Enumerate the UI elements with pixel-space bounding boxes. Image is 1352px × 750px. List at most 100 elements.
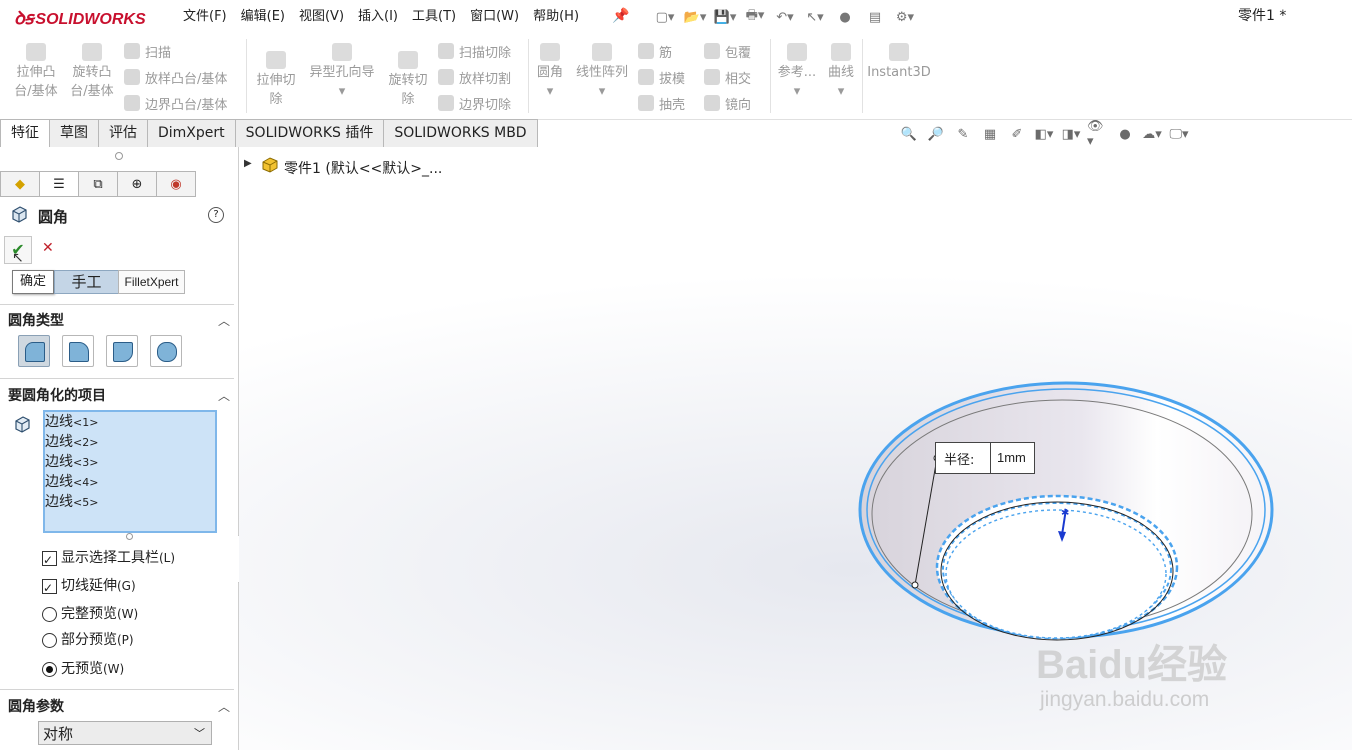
list-item[interactable]: 边线<4> xyxy=(45,472,215,492)
print-icon[interactable]: 🖶▾ xyxy=(742,6,768,28)
menu-tools[interactable]: 工具(T) xyxy=(405,0,463,33)
zoom-to-fit-icon[interactable]: 🔍 xyxy=(898,123,920,145)
menu-view[interactable]: 视图(V) xyxy=(292,0,351,33)
feature-manager-tab-icon[interactable]: ◆ xyxy=(0,171,40,197)
loft-cut-icon xyxy=(438,69,454,85)
draft-button[interactable]: 拔模 xyxy=(638,65,685,89)
rebuild-icon[interactable]: ● xyxy=(832,6,858,28)
full-round-fillet-button[interactable] xyxy=(150,335,182,367)
revolve-boss-button[interactable]: 旋转凸 台/基体 xyxy=(64,43,120,101)
tab-mbd[interactable]: SOLIDWORKS MBD xyxy=(384,119,538,148)
sweep-cut-button[interactable]: 扫描切除 xyxy=(438,39,511,63)
radius-value-input[interactable]: 1mm xyxy=(990,443,1034,473)
full-preview-radio[interactable]: 完整预览(W) xyxy=(42,603,138,625)
fillet-feature-icon xyxy=(10,205,28,223)
undo-icon[interactable]: ↶▾ xyxy=(772,6,798,28)
fillet-button[interactable]: 圆角 ▾ xyxy=(532,43,568,101)
list-item[interactable]: 边线<2> xyxy=(45,432,215,452)
sweep-button[interactable]: 扫描 xyxy=(124,39,171,63)
pin-icon[interactable]: 📌 xyxy=(612,8,630,26)
hole-wizard-button[interactable]: 异型孔向导 ▾ xyxy=(304,43,380,101)
collapse-chevron-icon[interactable]: ︿ xyxy=(218,312,230,329)
revolve-cut-button[interactable]: 旋转切除 xyxy=(382,51,434,109)
filletxpert-mode-tab[interactable]: FilletXpert xyxy=(118,270,185,294)
boundary-boss-button[interactable]: 边界凸台/基体 xyxy=(124,91,227,115)
cancel-x-button[interactable]: ✕ xyxy=(42,240,54,256)
hole-wizard-icon xyxy=(332,43,352,61)
ok-tooltip: 确定 xyxy=(12,270,54,294)
sweep-cut-icon xyxy=(438,43,454,59)
previous-view-icon[interactable]: ✎ xyxy=(952,123,974,145)
panel-grip-handle[interactable] xyxy=(115,152,123,160)
ribbon-separator xyxy=(246,39,247,113)
edges-selection-list[interactable]: 边线<1> 边线<2> 边线<3> 边线<4> 边线<5> xyxy=(43,410,217,533)
boundary-cut-button[interactable]: 边界切除 xyxy=(438,91,511,115)
configuration-manager-tab-icon[interactable]: ⧉ xyxy=(78,171,118,197)
no-preview-radio[interactable]: 无预览(W) xyxy=(42,658,124,680)
shell-button[interactable]: 抽壳 xyxy=(638,91,685,115)
tab-addins[interactable]: SOLIDWORKS 插件 xyxy=(235,119,385,148)
dimxpert-manager-tab-icon[interactable]: ⊕ xyxy=(117,171,157,197)
menu-file[interactable]: 文件(F) xyxy=(176,0,234,33)
tab-evaluate[interactable]: 评估 xyxy=(99,119,148,148)
solidworks-logo[interactable]: ꝺꞩ SOLIDWORKS xyxy=(14,6,154,28)
file-properties-icon[interactable]: ▤ xyxy=(862,6,888,28)
loft-boss-button[interactable]: 放样凸台/基体 xyxy=(124,65,227,89)
collapse-chevron-icon[interactable]: ︿ xyxy=(218,698,230,715)
help-icon[interactable]: ? xyxy=(208,207,224,223)
zoom-to-area-icon[interactable]: 🔎 xyxy=(925,123,947,145)
partial-preview-radio[interactable]: 部分预览(P) xyxy=(42,629,134,651)
view-settings-icon[interactable]: 🖵▾ xyxy=(1168,123,1190,145)
hide-show-icon[interactable]: 👁▾ xyxy=(1087,119,1109,149)
new-document-icon[interactable]: ▢▾ xyxy=(652,6,678,28)
dynamic-annotation-icon[interactable]: ✐ xyxy=(1006,123,1028,145)
list-resize-grip[interactable] xyxy=(126,533,133,540)
tangent-propagation-checkbox[interactable]: 切线延伸(G) xyxy=(42,575,136,599)
manual-mode-tab[interactable]: 手工 xyxy=(54,270,119,294)
list-item[interactable]: 边线<5> xyxy=(45,492,215,512)
variable-size-fillet-button[interactable] xyxy=(62,335,94,367)
save-icon[interactable]: 💾▾ xyxy=(712,6,738,28)
svg-text:✱: ✱ xyxy=(1061,508,1069,519)
display-style-icon[interactable]: ◨▾ xyxy=(1060,123,1082,145)
section-view-icon[interactable]: ▦ xyxy=(979,123,1001,145)
open-icon[interactable]: 📂▾ xyxy=(682,6,708,28)
collapse-chevron-icon[interactable]: ︿ xyxy=(218,387,230,404)
face-fillet-button[interactable] xyxy=(106,335,138,367)
options-gear-icon[interactable]: ⚙▾ xyxy=(892,6,918,28)
list-item[interactable]: 边线<3> xyxy=(45,452,215,472)
edit-appearance-icon[interactable]: ● xyxy=(1114,123,1136,145)
tab-features[interactable]: 特征 xyxy=(0,119,50,148)
constant-size-fillet-button[interactable] xyxy=(18,335,50,367)
wrap-button[interactable]: 包覆 xyxy=(704,39,751,63)
select-arrow-icon[interactable]: ↖▾ xyxy=(802,6,828,28)
instant3d-button[interactable]: Instant3D xyxy=(866,43,932,82)
extrude-boss-button[interactable]: 拉伸凸 台/基体 xyxy=(8,43,64,101)
view-orientation-icon[interactable]: ◧▾ xyxy=(1033,123,1055,145)
radius-callout[interactable]: 半径: 1mm xyxy=(935,442,1035,474)
intersect-button[interactable]: 相交 xyxy=(704,65,751,89)
curves-button[interactable]: 曲线 ▾ xyxy=(822,43,860,101)
tab-dimxpert[interactable]: DimXpert xyxy=(148,119,236,148)
symmetry-select[interactable]: 对称 ﹀ xyxy=(38,721,212,745)
fillet-type-section-title: 圆角类型 xyxy=(8,313,64,329)
display-manager-tab-icon[interactable]: ◉ xyxy=(156,171,196,197)
show-selection-toolbar-checkbox[interactable]: 显示选择工具栏(L) xyxy=(42,547,175,571)
fillet-parameters-section-title: 圆角参数 xyxy=(8,699,64,715)
reference-geometry-button[interactable]: 参考... ▾ xyxy=(774,43,820,101)
extrude-cut-button[interactable]: 拉伸切除 xyxy=(250,51,302,109)
watermark-logo: Baidu经验 xyxy=(1036,643,1228,687)
tab-sketch[interactable]: 草图 xyxy=(50,119,99,148)
loft-cut-button[interactable]: 放样切割 xyxy=(438,65,511,89)
rib-button[interactable]: 筋 xyxy=(638,39,672,63)
menu-insert[interactable]: 插入(I) xyxy=(351,0,405,33)
linear-pattern-button[interactable]: 线性阵列 ▾ xyxy=(572,43,632,101)
menu-window[interactable]: 窗口(W) xyxy=(463,0,526,33)
menu-edit[interactable]: 编辑(E) xyxy=(234,0,292,33)
apply-scene-icon[interactable]: ☁▾ xyxy=(1141,123,1163,145)
property-manager-tab-icon[interactable]: ☰ xyxy=(39,171,79,197)
list-item[interactable]: 边线<1> xyxy=(45,412,215,432)
menu-help[interactable]: 帮助(H) xyxy=(526,0,586,33)
quick-access-toolbar: ▢▾ 📂▾ 💾▾ 🖶▾ ↶▾ ↖▾ ● ▤ ⚙▾ xyxy=(652,6,918,28)
mirror-button[interactable]: 镜向 xyxy=(704,91,751,115)
